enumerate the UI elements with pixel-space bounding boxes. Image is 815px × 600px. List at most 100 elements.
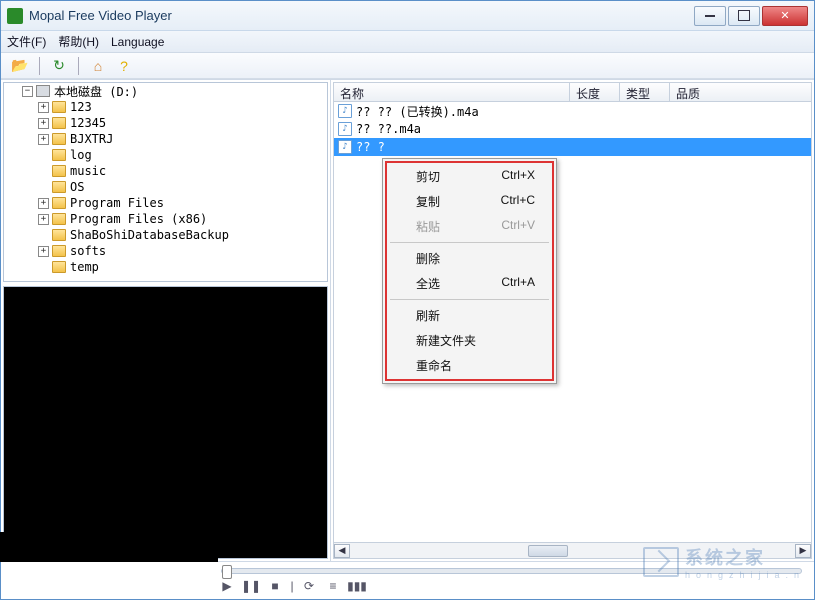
refresh-icon: ↻: [53, 57, 65, 74]
file-list[interactable]: ?? ?? (已转换).m4a ?? ??.m4a ?? ? 剪切Ctrl+X …: [333, 102, 812, 543]
left-panel: − 本地磁盘 (D:) +123 +12345 + BJXTRJ log musi…: [1, 80, 331, 561]
repeat-button[interactable]: ⟳: [299, 577, 319, 595]
menu-rename[interactable]: 重命名: [388, 353, 551, 378]
menu-help[interactable]: 帮助(H): [58, 33, 99, 50]
tree-node[interactable]: log: [4, 147, 327, 163]
help-button[interactable]: ?: [113, 55, 135, 77]
list-item-selected[interactable]: ?? ?: [334, 138, 811, 156]
menu-cut[interactable]: 剪切Ctrl+X: [388, 164, 551, 189]
home-button[interactable]: ⌂: [87, 55, 109, 77]
expand-icon[interactable]: +: [38, 198, 49, 209]
column-type[interactable]: 类型: [620, 83, 670, 101]
tree-node[interactable]: + Program Files: [4, 195, 327, 211]
menu-select-all[interactable]: 全选Ctrl+A: [388, 271, 551, 296]
window-controls: [694, 6, 808, 26]
list-item[interactable]: ?? ?? (已转换).m4a: [334, 102, 811, 120]
seek-bar[interactable]: [221, 568, 802, 574]
folder-icon: [52, 213, 66, 225]
collapse-icon[interactable]: −: [22, 86, 33, 97]
folder-icon: [52, 149, 66, 161]
close-button[interactable]: [762, 6, 808, 26]
video-preview: [3, 286, 328, 559]
menu-language[interactable]: Language: [111, 35, 164, 49]
tree-node[interactable]: + softs: [4, 243, 327, 259]
menu-copy-label: 复制: [416, 193, 440, 210]
expand-icon[interactable]: +: [38, 134, 49, 145]
menu-refresh[interactable]: 刷新: [388, 303, 551, 328]
file-list-panel: 名称 长度 类型 品质 ?? ?? (已转换).m4a ?? ??.m4a ??…: [333, 82, 812, 559]
file-name: ?? ??.m4a: [356, 122, 421, 136]
tree-label: music: [70, 164, 106, 178]
tree-label: 12345: [70, 116, 106, 130]
refresh-button[interactable]: ↻: [48, 55, 70, 77]
tree-label: ShaBoShiDatabaseBackup: [70, 228, 229, 242]
folder-icon: [52, 261, 66, 273]
expand-icon[interactable]: +: [38, 118, 49, 129]
tree-node[interactable]: OS: [4, 179, 327, 195]
scroll-right-icon[interactable]: ▶: [795, 544, 811, 558]
column-name[interactable]: 名称: [334, 83, 570, 101]
list-item[interactable]: ?? ??.m4a: [334, 120, 811, 138]
menu-refresh-label: 刷新: [416, 307, 440, 324]
tree-root[interactable]: − 本地磁盘 (D:): [4, 83, 327, 99]
tree-node[interactable]: +123: [4, 99, 327, 115]
folder-icon: [52, 197, 66, 209]
column-quality[interactable]: 品质: [670, 83, 811, 101]
toolbar: 📂 ↻ ⌂ ?: [1, 53, 814, 79]
column-length[interactable]: 长度: [570, 83, 620, 101]
player-controls: ▶ ❚❚ ■ | ⟳ ≡ ▮▮▮: [1, 561, 814, 599]
stop-button[interactable]: ■: [265, 577, 285, 595]
horizontal-scrollbar[interactable]: ◀ ▶: [333, 543, 812, 559]
context-menu-highlight: 剪切Ctrl+X 复制 Ctrl+C 粘贴Ctrl+V 删除 全选Ctrl+A 刷…: [385, 161, 554, 381]
app-window: Mopal Free Video Player 文件(F) 帮助(H) Lang…: [0, 0, 815, 600]
menu-cut-shortcut: Ctrl+X: [501, 168, 535, 185]
folder-open-icon: 📂: [11, 57, 28, 74]
tree-label: temp: [70, 260, 99, 274]
question-icon: ?: [120, 58, 128, 74]
menu-new-folder[interactable]: 新建文件夹: [388, 328, 551, 353]
menu-copy-shortcut: Ctrl+C: [501, 193, 535, 210]
menu-file[interactable]: 文件(F): [7, 33, 46, 50]
tree-node[interactable]: music: [4, 163, 327, 179]
menu-paste: 粘贴Ctrl+V: [388, 214, 551, 239]
tree-label: OS: [70, 180, 84, 194]
playlist-button[interactable]: ≡: [323, 577, 343, 595]
audio-file-icon: [338, 122, 352, 136]
toolbar-separator: [39, 57, 40, 75]
scroll-thumb[interactable]: [528, 545, 568, 557]
titlebar: Mopal Free Video Player: [1, 1, 814, 31]
open-folder-button[interactable]: 📂: [9, 55, 31, 77]
folder-icon: [52, 229, 66, 241]
menu-select-all-shortcut: Ctrl+A: [501, 275, 535, 292]
folder-icon: [52, 245, 66, 257]
tree-node[interactable]: + BJXTRJ: [4, 131, 327, 147]
tree-node[interactable]: temp: [4, 259, 327, 275]
maximize-button[interactable]: [728, 6, 760, 26]
menu-new-folder-label: 新建文件夹: [416, 332, 476, 349]
menu-delete-label: 删除: [416, 250, 440, 267]
folder-tree[interactable]: − 本地磁盘 (D:) +123 +12345 + BJXTRJ log musi…: [3, 82, 328, 282]
scroll-left-icon[interactable]: ◀: [334, 544, 350, 558]
context-menu: 剪切Ctrl+X 复制 Ctrl+C 粘贴Ctrl+V 删除 全选Ctrl+A 刷…: [382, 158, 557, 384]
scroll-track[interactable]: [350, 544, 795, 558]
play-button[interactable]: ▶: [217, 577, 237, 595]
expand-icon[interactable]: +: [38, 214, 49, 225]
file-name: ?? ?? (已转换).m4a: [356, 103, 479, 120]
tree-node[interactable]: +Program Files (x86): [4, 211, 327, 227]
tree-label: BJXTRJ: [70, 132, 113, 146]
expand-icon[interactable]: +: [38, 246, 49, 257]
app-icon: [7, 8, 23, 24]
seek-thumb[interactable]: [222, 565, 232, 579]
toolbar-separator: [78, 57, 79, 75]
menu-delete[interactable]: 删除: [388, 246, 551, 271]
tree-label: softs: [70, 244, 106, 258]
equalizer-button[interactable]: ▮▮▮: [347, 577, 367, 595]
tree-label: Program Files: [70, 196, 164, 210]
tree-node[interactable]: +12345: [4, 115, 327, 131]
minimize-button[interactable]: [694, 6, 726, 26]
tree-node[interactable]: ShaBoShiDatabaseBackup: [4, 227, 327, 243]
expand-icon[interactable]: +: [38, 102, 49, 113]
pause-button[interactable]: ❚❚: [241, 577, 261, 595]
main-content: − 本地磁盘 (D:) +123 +12345 + BJXTRJ log musi…: [1, 79, 814, 561]
menu-copy[interactable]: 复制 Ctrl+C: [388, 189, 551, 214]
